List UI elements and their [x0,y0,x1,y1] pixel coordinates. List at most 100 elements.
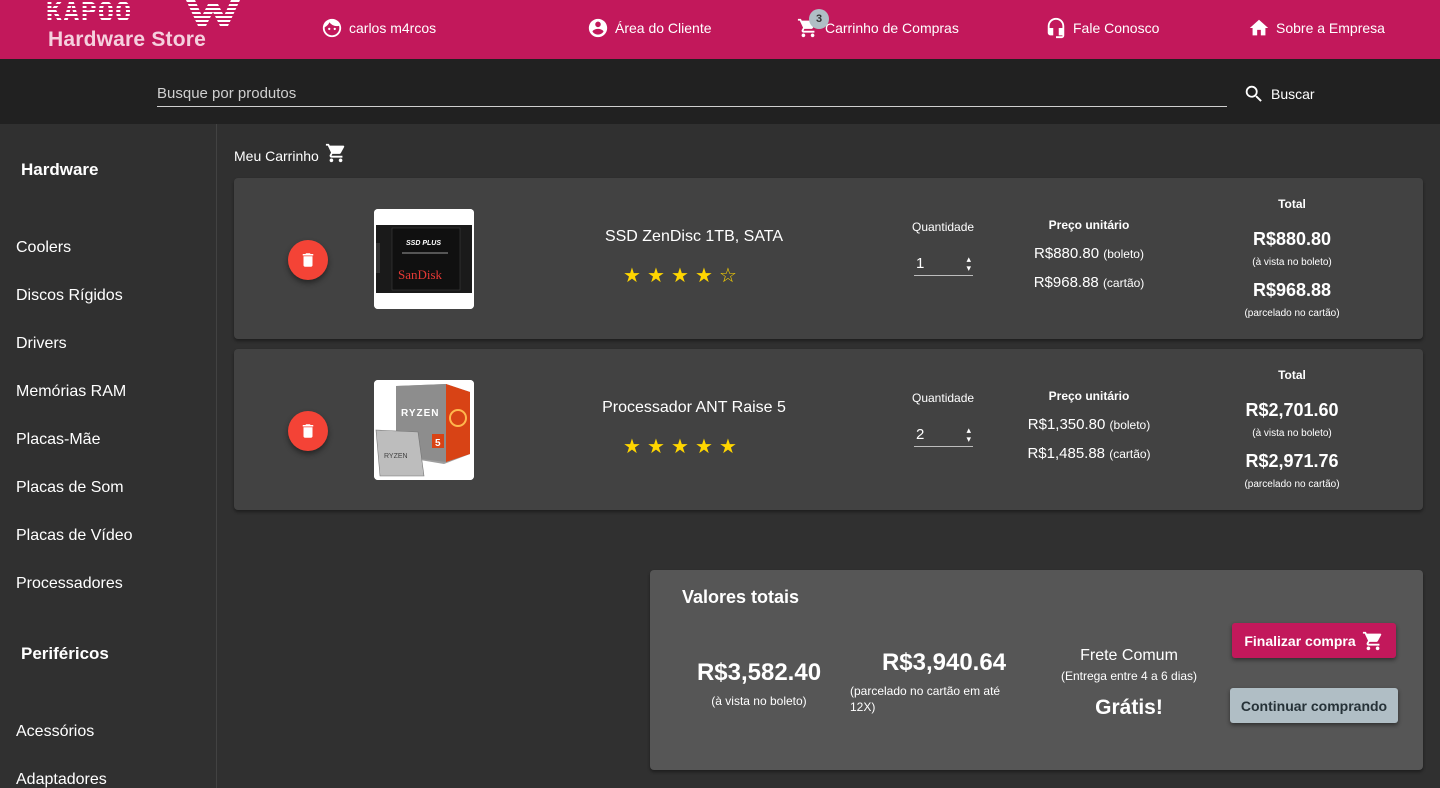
product-image[interactable]: RYZEN 5 RYZEN [374,380,474,480]
shopping-cart-icon [325,143,345,163]
spinner-arrows-icon[interactable]: ▴ ▾ [966,254,971,273]
continue-shopping-button[interactable]: Continuar comprando [1230,688,1398,723]
summary-cartao-note: (parcelado no cartão em até 12X) [850,684,1001,714]
star-empty-icon: ☆ [719,265,737,287]
total-boleto-note: (à vista no boleto) [1252,257,1332,268]
star-filled-icon: ★ [695,436,713,458]
total-boleto-note: (à vista no boleto) [1252,428,1332,439]
sidebar-item-memorias-ram[interactable]: Memórias RAM [16,383,126,401]
delete-item-button[interactable] [288,240,328,280]
cart-count-badge: 3 [809,9,829,29]
ssd-sandisk-image: SSD PLUS SanDisk [374,209,474,309]
sidebar-item-discos-rigidos[interactable]: Discos Rígidos [16,287,123,305]
total-boleto: R$2,701.60 [1245,400,1339,420]
cart-item-card: RYZEN 5 RYZEN Processador ANT Raise 5 ★ ★… [234,349,1423,510]
delete-item-button[interactable] [288,411,328,451]
cart-heading-label: Meu Carrinho [234,148,319,164]
finalize-purchase-button[interactable]: Finalizar compra [1232,623,1396,658]
search-button-label: Buscar [1271,86,1315,102]
shipping-subtitle: (Entrega entre 4 a 6 dias) [1060,669,1198,683]
summary-title: Valores totais [682,587,800,607]
store-logo[interactable]: KAPOO Hardware Store [44,0,244,56]
total-cartao: R$968.88 [1252,280,1332,300]
unit-price-boleto: R$1,350.80 (boleto) [1004,416,1174,433]
product-name[interactable]: SSD ZenDisc 1TB, SATA [544,228,844,246]
sidebar-item-placas-de-som[interactable]: Placas de Som [16,479,124,497]
trash-icon [302,253,314,267]
unit-price-boleto-note: (boleto) [1103,247,1144,261]
cart-icon-wrap: 3 [797,9,829,39]
total-cartao: R$2,971.76 [1245,451,1339,471]
nav-user[interactable]: carlos m4rcos [321,14,436,42]
nav-contact-label: Fale Conosco [1073,20,1160,36]
star-filled-icon: ★ [647,436,665,458]
star-filled-icon: ★ [719,436,737,458]
sidebar-item-processadores[interactable]: Processadores [16,575,123,593]
unit-price-boleto-note: (boleto) [1109,418,1151,432]
ryzen-box-label: RYZEN [401,408,440,419]
sidebar-item-placas-de-video[interactable]: Placas de Vídeo [16,527,133,545]
home-icon [1249,19,1269,36]
quantity-value: 2 [916,426,925,443]
category-sidebar: Hardware Coolers Discos Rígidos Drivers … [0,124,217,788]
product-name[interactable]: Processador ANT Raise 5 [544,399,844,417]
total-label: Total [1278,368,1306,382]
star-filled-icon: ★ [623,265,641,287]
summary-boleto-note: (à vista no boleto) [711,694,807,708]
total-cartao-note: (parcelado no cartão) [1244,308,1340,319]
finalize-purchase-label: Finalizar compra [1244,632,1356,649]
nav-about[interactable]: Sobre a Empresa [1248,14,1385,42]
nav-cart[interactable]: 3 Carrinho de Compras [797,9,959,42]
star-filled-icon: ★ [623,436,641,458]
shopping-cart-icon [1362,631,1381,650]
summary-cartao-total: R$3,940.64 [881,649,1007,676]
trash-icon [302,424,314,438]
unit-price-boleto-value: R$880.80 [1034,245,1100,262]
ssd-brand: SanDisk [398,267,443,282]
sidebar-item-placas-mae[interactable]: Placas-Mãe [16,431,100,449]
sidebar-item-drivers[interactable]: Drivers [16,335,67,353]
unit-price-boleto-value: R$1,350.80 [1027,416,1106,433]
order-summary-card: Valores totais R$3,582.40 (à vista no bo… [650,570,1423,770]
quantity-stepper[interactable]: 1 ▴ ▾ [914,252,973,276]
face-icon [322,18,342,38]
search-icon [1245,85,1262,102]
account-circle-icon [588,18,608,38]
cart-item-card: SSD PLUS SanDisk SSD ZenDisc 1TB, SATA ★… [234,178,1423,339]
star-filled-icon: ★ [671,436,689,458]
product-image[interactable]: SSD PLUS SanDisk [374,209,474,309]
top-app-bar: KAPOO Hardware Store carlos m4rcos Área … [0,0,1440,59]
sidebar-item-coolers[interactable]: Coolers [16,239,71,257]
logo-wordmark: KAPOO [46,0,133,28]
sidebar-item-acessorios[interactable]: Acessórios [16,723,94,741]
total-label: Total [1278,197,1306,211]
quantity-stepper[interactable]: 2 ▴ ▾ [914,423,973,447]
shipping-value: Grátis! [1095,696,1163,719]
nav-cart-label: Carrinho de Compras [825,20,959,36]
nav-client-area[interactable]: Área do Cliente [587,14,712,42]
search-bar: Buscar [0,59,1440,124]
unit-price-cartao-value: R$1,485.88 [1027,445,1106,462]
star-filled-icon: ★ [647,265,665,287]
shipping-title: Frete Comum [1080,647,1178,664]
quantity-label: Quantidade [912,391,975,405]
search-input[interactable] [157,81,1227,107]
nav-contact[interactable]: Fale Conosco [1045,14,1159,42]
sidebar-heading-perifericos: Periféricos [21,644,109,663]
unit-price-cartao-value: R$968.88 [1033,274,1099,291]
sidebar-item-adaptadores[interactable]: Adaptadores [16,771,107,788]
unit-price-label: Preço unitário [1048,389,1130,403]
search-button[interactable]: Buscar [1243,81,1315,107]
rating-stars: ★ ★ ★ ★ ★ [622,437,738,457]
continue-shopping-label: Continuar comprando [1240,697,1388,714]
unit-price-cartao-note: (cartão) [1109,447,1151,461]
ssd-label: SSD PLUS [406,240,441,247]
spinner-arrows-icon[interactable]: ▴ ▾ [966,425,971,444]
star-filled-icon: ★ [671,265,689,287]
quantity-value: 1 [916,255,925,272]
star-filled-icon: ★ [695,265,713,287]
nav-about-label: Sobre a Empresa [1276,20,1385,36]
unit-price-label: Preço unitário [1048,218,1130,232]
total-cartao-note: (parcelado no cartão) [1244,479,1340,490]
quantity-label: Quantidade [912,220,975,234]
